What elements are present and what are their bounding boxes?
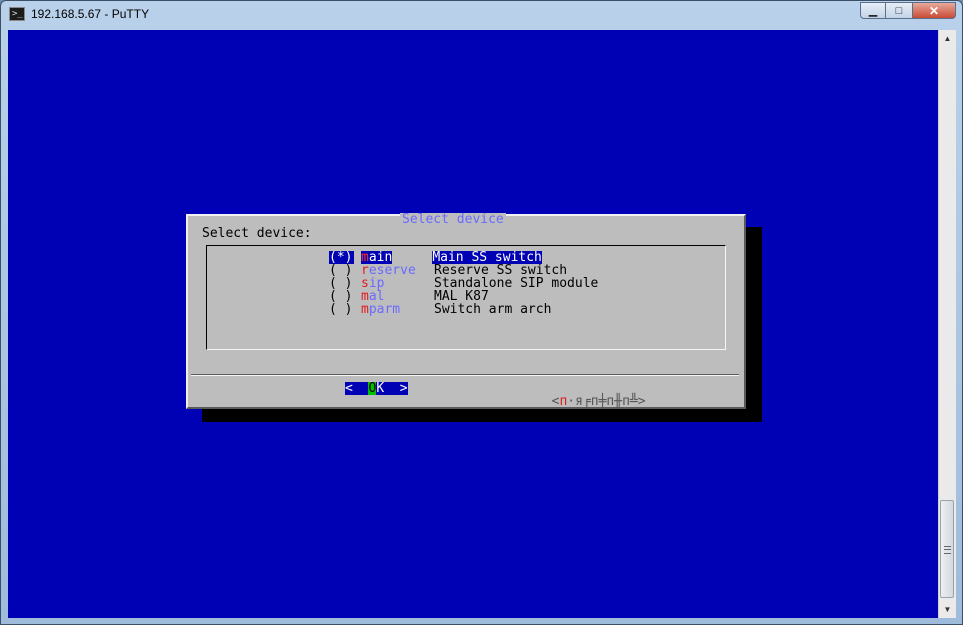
button-separator bbox=[191, 374, 739, 376]
minimize-button[interactable]: ▁ bbox=[860, 2, 886, 19]
ok-button[interactable]: < OK > bbox=[345, 382, 408, 395]
maximize-button[interactable]: □ bbox=[886, 2, 912, 19]
vertical-scrollbar[interactable]: ▲ ▼ bbox=[938, 30, 956, 618]
device-radiolist: (*) main Main SS switch ( ) reserve Rese… bbox=[206, 245, 726, 350]
putty-window: >_ 192.168.5.67 - PuTTY ▁ □ ✕ Select dev… bbox=[0, 0, 963, 625]
putty-terminal-icon[interactable]: >_ bbox=[9, 7, 25, 21]
window-title: 192.168.5.67 - PuTTY bbox=[31, 7, 150, 21]
radio-unselected[interactable]: ( ) bbox=[329, 303, 354, 316]
cancel-button[interactable]: <п·я╒п╪п╫п╩> bbox=[489, 382, 646, 408]
title-bar[interactable]: >_ 192.168.5.67 - PuTTY ▁ □ ✕ bbox=[1, 1, 962, 29]
grip-icon bbox=[944, 546, 951, 554]
window-controls: ▁ □ ✕ bbox=[860, 2, 956, 20]
dialog-prompt: Select device: bbox=[202, 226, 312, 241]
item-tag: mparm bbox=[361, 302, 401, 317]
item-description: Switch arm arch bbox=[434, 302, 552, 317]
scroll-up-arrow-icon[interactable]: ▲ bbox=[939, 30, 956, 47]
dialog-title: Select device bbox=[400, 212, 506, 227]
scrollbar-thumb[interactable] bbox=[940, 500, 954, 598]
list-item[interactable]: ( ) mparm Switch arm arch bbox=[329, 303, 551, 316]
terminal-screen[interactable]: Select device Select device: (*) main Ma… bbox=[8, 30, 938, 618]
close-button[interactable]: ✕ bbox=[912, 2, 956, 19]
select-device-dialog: Select device Select device: (*) main Ma… bbox=[186, 212, 746, 409]
scroll-down-arrow-icon[interactable]: ▼ bbox=[939, 601, 956, 618]
